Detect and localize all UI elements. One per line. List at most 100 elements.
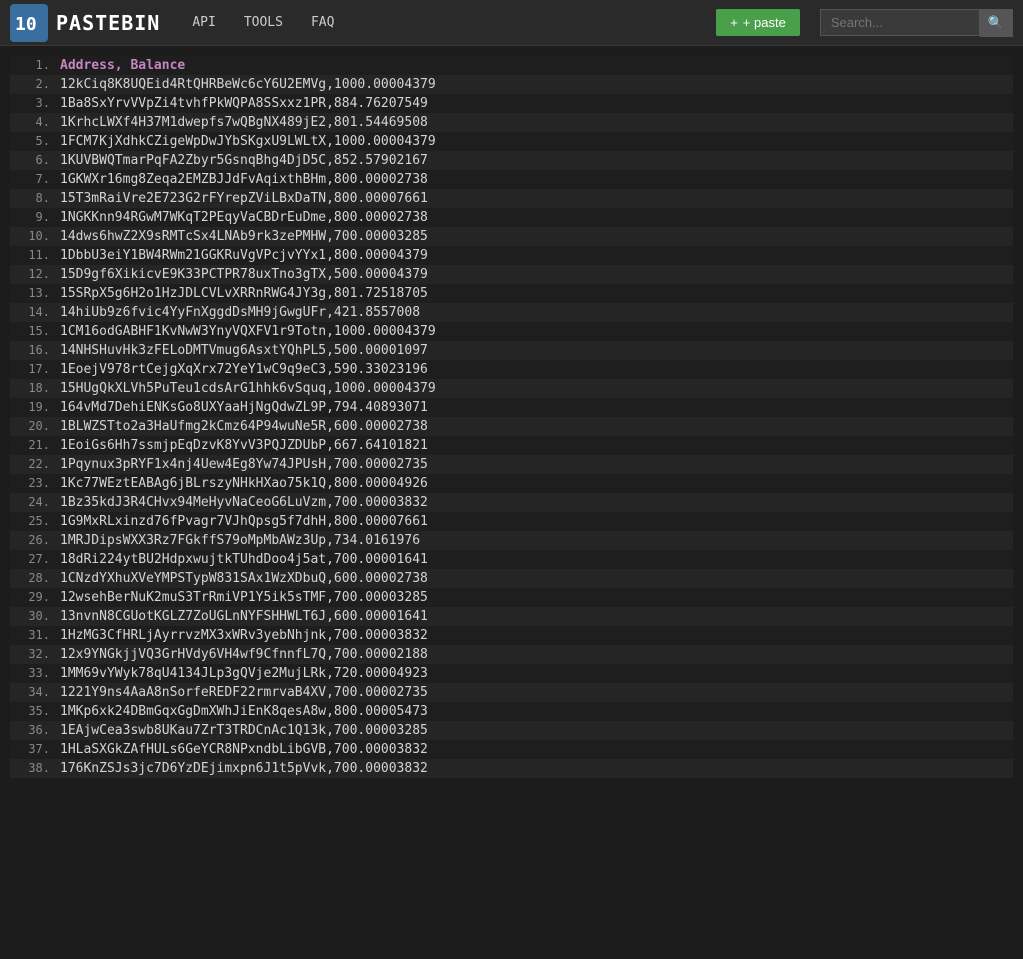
line-number: 20. <box>10 417 60 435</box>
table-row: 28.1CNzdYXhuXVeYMPSTypW831SAx1WzXDbuQ,60… <box>10 569 1013 588</box>
table-row: 15.1CM16odGABHF1KvNwW3YnyVQXFV1r9Totn,10… <box>10 322 1013 341</box>
table-row: 6.1KUVBWQTmarPqFA2Zbyr5GsnqBhg4DjD5C,852… <box>10 151 1013 170</box>
line-number: 27. <box>10 550 60 568</box>
line-content: 1FCM7KjXdhkCZigeWpDwJYbSKgxU9LWLtX,1000.… <box>60 132 436 151</box>
line-number: 6. <box>10 151 60 169</box>
line-content: 1MRJDipsWXX3Rz7FGkffS79oMpMbAWz3Up,734.0… <box>60 531 420 550</box>
search-input[interactable] <box>820 9 980 36</box>
table-row: 2.12kCiq8K8UQEid4RtQHRBeWc6cY6U2EMVg,100… <box>10 75 1013 94</box>
table-row: 27.18dRi224ytBU2HdpxwujtkTUhdDoo4j5at,70… <box>10 550 1013 569</box>
line-content: 1BLWZSTto2a3HaUfmg2kCmz64P94wuNe5R,600.0… <box>60 417 428 436</box>
line-content: 1DbbU3eiY1BW4RWm21GGKRuVgVPcjvYYx1,800.0… <box>60 246 428 265</box>
line-content: 1GKWXr16mg8Zeqa2EMZBJJdFvAqixthBHm,800.0… <box>60 170 428 189</box>
table-row: 33.1MM69vYWyk78qU4134JLp3gQVje2MujLRk,72… <box>10 664 1013 683</box>
table-row: 4.1KrhcLWXf4H37M1dwepfs7wQBgNX489jE2,801… <box>10 113 1013 132</box>
line-number: 2. <box>10 75 60 93</box>
table-row: 17.1EoejV978rtCejgXqXrx72YeY1wC9q9eC3,59… <box>10 360 1013 379</box>
table-row: 16.14NHSHuvHk3zFELoDMTVmug6AsxtYQhPL5,50… <box>10 341 1013 360</box>
line-content: 14hiUb9z6fvic4YyFnXggdDsMH9jGwgUFr,421.8… <box>60 303 420 322</box>
nav-faq[interactable]: FAQ <box>299 9 346 36</box>
line-content: 1EoejV978rtCejgXqXrx72YeY1wC9q9eC3,590.3… <box>60 360 428 379</box>
line-number: 18. <box>10 379 60 397</box>
table-row: 8.15T3mRaiVre2E723G2rFYrepZViLBxDaTN,800… <box>10 189 1013 208</box>
table-row: 23.1Kc77WEztEABAg6jBLrszyNHkHXao75k1Q,80… <box>10 474 1013 493</box>
new-paste-button[interactable]: + + paste <box>716 9 800 36</box>
line-content: 1KrhcLWXf4H37M1dwepfs7wQBgNX489jE2,801.5… <box>60 113 428 132</box>
line-number: 29. <box>10 588 60 606</box>
pastebin-logo-icon: 10 <box>10 4 48 42</box>
line-number: 3. <box>10 94 60 112</box>
table-row: 9.1NGKKnn94RGwM7WKqT2PEqyVaCBDrEuDme,800… <box>10 208 1013 227</box>
svg-text:10: 10 <box>15 14 37 35</box>
logo-text: PASTEBIN <box>56 11 160 35</box>
line-number: 28. <box>10 569 60 587</box>
logo-link[interactable]: 10 PASTEBIN <box>10 4 160 42</box>
line-number: 36. <box>10 721 60 739</box>
line-content: 15D9gf6XikicvE9K33PCTPR78uxTno3gTX,500.0… <box>60 265 428 284</box>
search-area: 🔍 <box>820 9 1013 37</box>
line-content: 1MM69vYWyk78qU4134JLp3gQVje2MujLRk,720.0… <box>60 664 428 683</box>
paste-content: 1.Address, Balance2.12kCiq8K8UQEid4RtQHR… <box>0 46 1023 788</box>
table-row: 13.15SRpX5g6H2o1HzJDLCVLvXRRnRWG4JY3g,80… <box>10 284 1013 303</box>
line-number: 22. <box>10 455 60 473</box>
table-row: 24.1Bz35kdJ3R4CHvx94MeHyvNaCeoG6LuVzm,70… <box>10 493 1013 512</box>
line-content: 1G9MxRLxinzd76fPvagr7VJhQpsg5f7dhH,800.0… <box>60 512 428 531</box>
code-table: 1.Address, Balance2.12kCiq8K8UQEid4RtQHR… <box>10 56 1013 778</box>
line-number: 15. <box>10 322 60 340</box>
line-content: 15T3mRaiVre2E723G2rFYrepZViLBxDaTN,800.0… <box>60 189 428 208</box>
search-button[interactable]: 🔍 <box>980 9 1013 37</box>
paste-btn-label: + paste <box>743 15 786 30</box>
line-content: 15HUgQkXLVh5PuTeu1cdsArG1hhk6vSquq,1000.… <box>60 379 436 398</box>
line-content: 1KUVBWQTmarPqFA2Zbyr5GsnqBhg4DjD5C,852.5… <box>60 151 428 170</box>
line-number: 5. <box>10 132 60 150</box>
line-content: 1Bz35kdJ3R4CHvx94MeHyvNaCeoG6LuVzm,700.0… <box>60 493 428 512</box>
line-number: 24. <box>10 493 60 511</box>
table-row: 5.1FCM7KjXdhkCZigeWpDwJYbSKgxU9LWLtX,100… <box>10 132 1013 151</box>
line-number: 12. <box>10 265 60 283</box>
line-number: 34. <box>10 683 60 701</box>
nav-tools[interactable]: TOOLS <box>232 9 295 36</box>
table-row: 10.14dws6hwZ2X9sRMTcSx4LNAb9rk3zePMHW,70… <box>10 227 1013 246</box>
table-row: 37.1HLaSXGkZAfHULs6GeYCR8NPxndbLibGVB,70… <box>10 740 1013 759</box>
line-content: 1NGKKnn94RGwM7WKqT2PEqyVaCBDrEuDme,800.0… <box>60 208 428 227</box>
line-content: 1HzMG3CfHRLjAyrrvzMX3xWRv3yebNhjnk,700.0… <box>60 626 428 645</box>
line-content: 15SRpX5g6H2o1HzJDLCVLvXRRnRWG4JY3g,801.7… <box>60 284 428 303</box>
table-row: 20.1BLWZSTto2a3HaUfmg2kCmz64P94wuNe5R,60… <box>10 417 1013 436</box>
line-content: 1EAjwCea3swb8UKau7ZrT3TRDCnAc1Q13k,700.0… <box>60 721 428 740</box>
line-number: 13. <box>10 284 60 302</box>
line-number: 32. <box>10 645 60 663</box>
table-row: 11.1DbbU3eiY1BW4RWm21GGKRuVgVPcjvYYx1,80… <box>10 246 1013 265</box>
nav-api[interactable]: API <box>180 9 227 36</box>
line-number: 30. <box>10 607 60 625</box>
line-number: 17. <box>10 360 60 378</box>
line-content: 1Ba8SxYrvVVpZi4tvhfPkWQPA8SSxxz1PR,884.7… <box>60 94 428 113</box>
line-content: 12wsehBerNuK2muS3TrRmiVP1Y5ik5sTMF,700.0… <box>60 588 428 607</box>
table-row: 1.Address, Balance <box>10 56 1013 75</box>
line-number: 21. <box>10 436 60 454</box>
table-row: 12.15D9gf6XikicvE9K33PCTPR78uxTno3gTX,50… <box>10 265 1013 284</box>
table-row: 19.164vMd7DehiENKsGo8UXYaaHjNgQdwZL9P,79… <box>10 398 1013 417</box>
table-row: 14.14hiUb9z6fvic4YyFnXggdDsMH9jGwgUFr,42… <box>10 303 1013 322</box>
table-row: 18.15HUgQkXLVh5PuTeu1cdsArG1hhk6vSquq,10… <box>10 379 1013 398</box>
line-content: 13nvnN8CGUotKGLZ7ZoUGLnNYFSHHWLT6J,600.0… <box>60 607 428 626</box>
line-number: 37. <box>10 740 60 758</box>
table-row: 21.1EoiGs6Hh7ssmjpEqDzvK8YvV3PQJZDUbP,66… <box>10 436 1013 455</box>
table-row: 35.1MKp6xk24DBmGqxGgDmXWhJiEnK8qesA8w,80… <box>10 702 1013 721</box>
table-row: 7.1GKWXr16mg8Zeqa2EMZBJJdFvAqixthBHm,800… <box>10 170 1013 189</box>
table-row: 30.13nvnN8CGUotKGLZ7ZoUGLnNYFSHHWLT6J,60… <box>10 607 1013 626</box>
table-row: 32.12x9YNGkjjVQ3GrHVdy6VH4wf9CfnnfL7Q,70… <box>10 645 1013 664</box>
line-number: 26. <box>10 531 60 549</box>
header: 10 PASTEBIN API TOOLS FAQ + + paste 🔍 <box>0 0 1023 46</box>
line-content: Address, Balance <box>60 56 185 75</box>
line-content: 1MKp6xk24DBmGqxGgDmXWhJiEnK8qesA8w,800.0… <box>60 702 428 721</box>
line-number: 9. <box>10 208 60 226</box>
line-content: 164vMd7DehiENKsGo8UXYaaHjNgQdwZL9P,794.4… <box>60 398 428 417</box>
line-content: 14NHSHuvHk3zFELoDMTVmug6AsxtYQhPL5,500.0… <box>60 341 428 360</box>
main-nav: API TOOLS FAQ <box>180 9 696 36</box>
line-number: 31. <box>10 626 60 644</box>
line-number: 35. <box>10 702 60 720</box>
line-number: 38. <box>10 759 60 777</box>
line-content: 1HLaSXGkZAfHULs6GeYCR8NPxndbLibGVB,700.0… <box>60 740 428 759</box>
line-content: 1221Y9ns4AaA8nSorfeREDF22rmrvaB4XV,700.0… <box>60 683 428 702</box>
table-row: 29.12wsehBerNuK2muS3TrRmiVP1Y5ik5sTMF,70… <box>10 588 1013 607</box>
